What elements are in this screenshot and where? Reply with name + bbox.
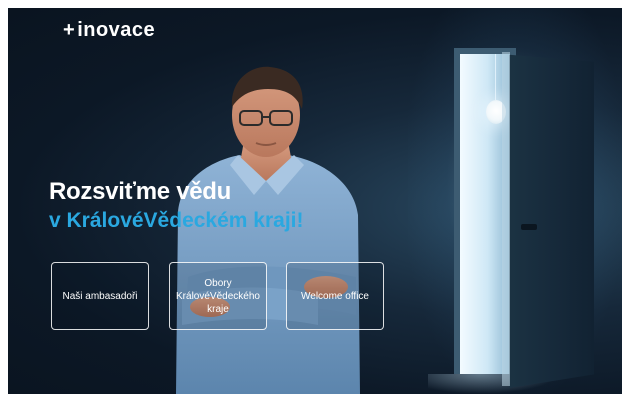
hero-headline: Rozsviťme vědu: [49, 178, 232, 205]
hero-subheadline: v KrálovéVědeckém kraji!: [49, 209, 304, 232]
inovace-logo[interactable]: + inovace: [63, 19, 155, 42]
bulb-wire: [495, 54, 496, 100]
open-door: [509, 54, 594, 388]
welcome-office-button[interactable]: Welcome office: [286, 262, 384, 330]
hero-banner: + inovace Rozsviťme vědu v KrálovéVědecké…: [8, 8, 622, 394]
ambassadors-button[interactable]: Naši ambasadoři: [51, 262, 149, 330]
logo-plus: +: [63, 19, 76, 41]
logo-text: inovace: [77, 19, 156, 41]
door-edge: [502, 52, 510, 386]
fields-button[interactable]: Obory KrálovéVědeckého kraje: [169, 262, 267, 330]
door-handle: [521, 224, 537, 230]
